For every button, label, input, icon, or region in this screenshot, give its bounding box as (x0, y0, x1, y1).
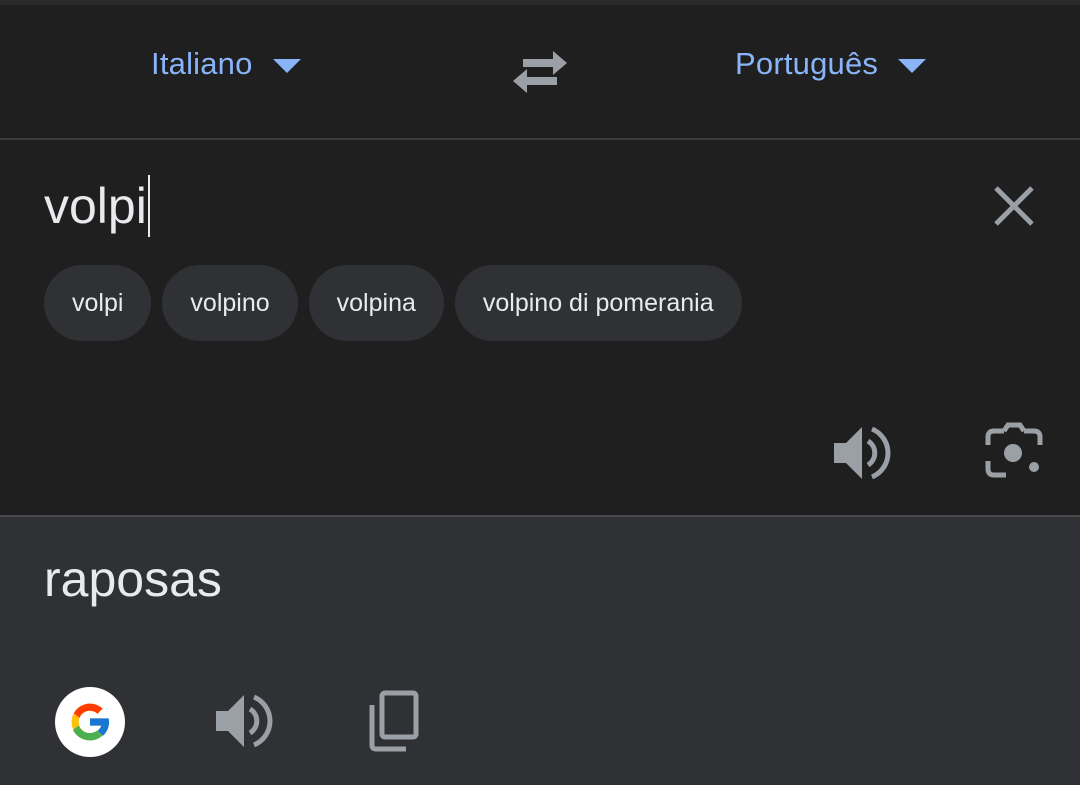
source-language-label: Italiano (151, 46, 253, 81)
source-language-selector[interactable]: Italiano (151, 39, 301, 89)
source-dropdown-caret-icon (272, 59, 301, 73)
swap-languages-button[interactable] (509, 45, 571, 97)
target-language-label: Português (735, 46, 879, 81)
translated-text: raposas (44, 551, 222, 607)
translate-app: Italiano Português volpi volpi volpino v… (0, 0, 1080, 785)
camera-translate-button[interactable] (982, 421, 1046, 485)
suggestion-chips: volpi volpino volpina volpino di pomeran… (44, 265, 742, 341)
google-search-button[interactable] (55, 687, 125, 757)
text-cursor (147, 175, 150, 237)
target-language-selector[interactable]: Português (735, 39, 927, 89)
suggestion-chip[interactable]: volpino di pomerania (454, 265, 742, 341)
source-text-value: volpi (44, 178, 147, 234)
swap-arrows-icon (513, 51, 567, 93)
listen-translation-button[interactable] (210, 689, 274, 753)
translation-output-panel: raposas (0, 517, 1080, 785)
source-input-panel[interactable]: volpi volpi volpino volpina volpino di p… (0, 140, 1080, 515)
camera-lens-icon (985, 422, 1043, 478)
clear-input-button[interactable] (990, 182, 1038, 230)
target-dropdown-caret-icon (898, 59, 927, 73)
source-text-field[interactable]: volpi (44, 174, 150, 238)
language-bar: Italiano Português (0, 5, 1080, 138)
listen-source-button[interactable] (828, 421, 892, 485)
suggestion-chip[interactable]: volpino (162, 265, 298, 341)
google-logo-icon (71, 703, 110, 741)
close-icon (994, 186, 1034, 226)
copy-translation-button[interactable] (362, 687, 426, 753)
copy-icon (369, 690, 419, 752)
speaker-icon (216, 694, 273, 748)
suggestion-chip[interactable]: volpina (308, 265, 444, 341)
speaker-icon (834, 426, 891, 480)
suggestion-chip[interactable]: volpi (44, 265, 152, 341)
